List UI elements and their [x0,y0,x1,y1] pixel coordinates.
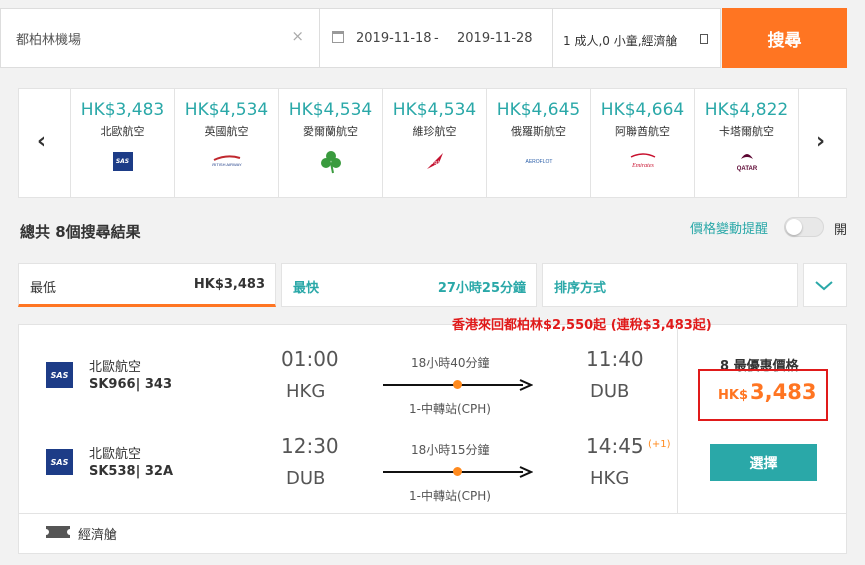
stop-dot-icon [453,380,462,389]
sas-logo-icon: SAS [46,449,73,475]
leg-stops: 1-中轉站(CPH) [409,402,491,416]
airline-name: 阿聯酋航空 [615,125,670,138]
airline-logo-icon: QATAR [695,150,798,172]
depart-date: 2019-11-18 [356,31,432,46]
price-alert-toggle[interactable] [784,217,824,237]
svg-text:AEROFLOT: AEROFLOT [525,159,552,165]
price-currency: HK$ [718,388,748,403]
cabin-label: 經濟艙 [78,528,118,543]
leg-stops: 1-中轉站(CPH) [409,489,491,503]
airline-card[interactable]: HK$4,822 卡塔爾航空 QATAR [694,89,798,197]
stop-dot-icon [453,467,462,476]
tab-sort-order-label: 排序方式 [554,281,607,296]
date-field[interactable]: 2019-11-18 - 2019-11-28 [320,8,553,68]
chevron-right-icon[interactable]: › [816,129,825,154]
svg-text:virgin: virgin [427,160,441,166]
chevron-down-icon [815,281,833,291]
sort-dropdown-button[interactable] [803,263,847,307]
destination-field[interactable]: 都柏林機場 × [0,8,320,68]
tab-fastest[interactable]: 最快 27小時25分鐘 [281,263,537,307]
arrow-right-icon [519,379,533,391]
leg-dep-code: DUB [286,468,326,489]
airline-card[interactable]: HK$4,534 愛爾蘭航空 [278,89,382,197]
toggle-knob [786,219,802,235]
tab-cheapest-value: HK$3,483 [193,277,265,292]
tab-fastest-label: 最快 [293,281,320,296]
results-count: 總共 8個搜尋結果 [20,223,141,241]
svg-text:BRITISH AIRWAYS: BRITISH AIRWAYS [212,162,242,167]
airline-price: HK$4,534 [288,100,373,120]
result-divider [677,325,678,513]
leg-day-offset: (+1) [648,439,671,450]
sas-logo-icon: SAS [46,362,73,388]
airline-price: HK$4,822 [704,100,789,120]
cabin-separator [18,513,847,514]
airline-card[interactable]: HK$4,534 維珍航空 virgin [382,89,486,197]
passenger-value: 1 成人,0 小童,經濟艙 [563,34,678,48]
airline-card[interactable]: HK$4,534 英國航空 BRITISH AIRWAYS [174,89,278,197]
leg-flight-number: SK966| 343 [89,377,172,392]
svg-text:Emirates: Emirates [631,163,654,169]
chevron-left-icon[interactable]: ‹ [37,129,46,154]
destination-value: 都柏林機場 [16,33,82,48]
tab-cheapest[interactable]: 最低 HK$3,483 [18,263,276,307]
airline-logo-icon: SAS [71,150,174,172]
airline-card[interactable]: HK$4,664 阿聯酋航空 Emirates [590,89,694,197]
leg-duration: 18小時40分鐘 [411,356,490,370]
airline-name: 俄羅斯航空 [511,125,566,138]
airline-name: 北歐航空 [100,125,145,138]
carousel-end-divider [798,89,799,197]
airline-logo-icon: BRITISH AIRWAYS [175,150,278,172]
leg-airline: 北歐航空 [89,447,142,462]
tab-sort-order[interactable]: 排序方式 [542,263,798,307]
price-amount: 3,483 [750,380,817,404]
airline-price: HK$4,645 [496,100,581,120]
leg-flight-number: SK538| 32A [89,464,173,479]
leg-arr-time: 11:40 [586,347,644,371]
leg-arr-time: 14:45 [586,434,644,458]
price-box: HK$ 3,483 [698,369,828,421]
airline-logo-icon: Emirates [591,150,694,172]
leg-duration: 18小時15分鐘 [411,443,490,457]
airline-price: HK$3,483 [80,100,165,120]
airline-name: 英國航空 [204,125,249,138]
return-date: 2019-11-28 [457,31,533,46]
leg-dep-code: HKG [286,381,326,402]
airline-name: 卡塔爾航空 [719,125,774,138]
clear-icon[interactable]: × [291,27,304,45]
arrow-right-icon [519,466,533,478]
airline-card[interactable]: HK$4,645 俄羅斯航空 AEROFLOT [486,89,590,197]
airline-logo-icon: AEROFLOT [487,150,590,172]
passenger-icon [700,34,708,44]
airline-name: 愛爾蘭航空 [303,125,358,138]
svg-text:QATAR: QATAR [736,166,757,172]
leg-dep-time: 01:00 [281,347,339,371]
leg-dep-time: 12:30 [281,434,339,458]
airline-name: 維珍航空 [412,125,457,138]
airline-logo-icon: virgin [383,150,486,172]
leg-arr-code: DUB [590,381,630,402]
calendar-icon [332,31,344,43]
tab-cheapest-label: 最低 [30,281,57,296]
airline-price: HK$4,534 [392,100,477,120]
leg-airline: 北歐航空 [89,360,142,375]
select-button[interactable]: 選擇 [710,444,817,481]
tab-fastest-value: 27小時25分鐘 [437,281,526,296]
leg-arr-code: HKG [590,468,630,489]
toggle-state-label: 開 [834,223,848,238]
search-button[interactable]: 搜尋 [722,8,847,68]
airline-card[interactable]: HK$3,483 北歐航空 SAS [70,89,174,197]
promo-text: 香港來回都柏林$2,550起 (連稅$3,483起) [452,318,712,333]
passenger-field[interactable]: 1 成人,0 小童,經濟艙 [553,8,721,68]
airline-logo-icon [279,150,382,174]
airline-price: HK$4,664 [600,100,685,120]
ticket-icon [43,526,73,538]
airline-price: HK$4,534 [184,100,269,120]
date-separator: - [434,31,439,46]
price-alert-label: 價格變動提醒 [690,222,769,237]
airline-carousel: ‹ HK$3,483 北歐航空 SAS HK$4,534 英國航空 BRITISH AIR… [18,88,847,198]
